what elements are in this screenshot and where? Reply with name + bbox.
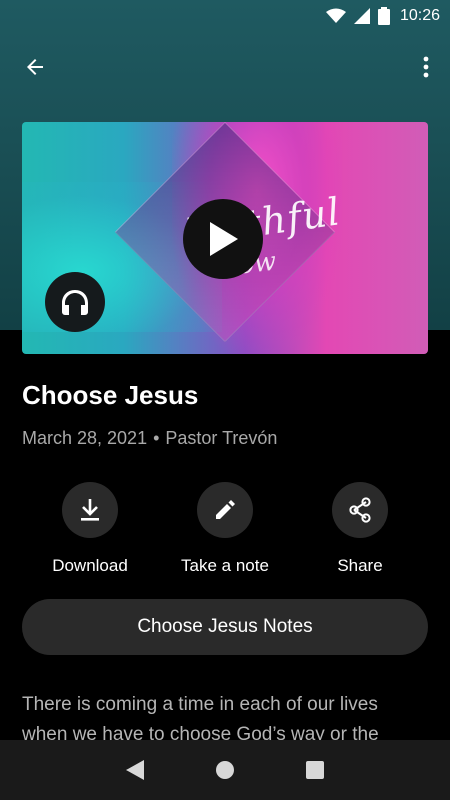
more-options-button[interactable]: [416, 50, 436, 84]
headphones-icon: [62, 290, 88, 315]
wifi-icon: [325, 8, 346, 23]
sermon-artwork: Faithful Flow: [22, 122, 428, 354]
meta-separator: •: [153, 428, 160, 448]
battery-icon: [377, 7, 390, 25]
share-button[interactable]: Share: [295, 482, 425, 576]
download-button[interactable]: Download: [25, 482, 155, 576]
download-circle[interactable]: [62, 482, 118, 538]
system-nav-bar: [0, 740, 450, 800]
sermon-date: March 28, 2021: [22, 428, 148, 448]
status-bar: 10:26: [0, 0, 450, 32]
more-vert-icon: [423, 56, 429, 78]
nav-recents-button[interactable]: [303, 758, 327, 782]
status-time: 10:26: [399, 7, 440, 24]
download-icon: [81, 499, 99, 521]
sermon-meta: March 28, 2021 • Pastor Trevón: [22, 428, 277, 449]
take-note-button[interactable]: Take a note: [160, 482, 290, 576]
share-circle[interactable]: [332, 482, 388, 538]
sermon-title: Choose Jesus: [22, 380, 199, 410]
take-note-label: Take a note: [181, 556, 269, 575]
share-label: Share: [337, 556, 383, 575]
nav-home-button[interactable]: [213, 758, 237, 782]
play-button[interactable]: [183, 199, 263, 279]
app-bar: [0, 40, 450, 90]
download-label: Download: [52, 556, 128, 575]
nav-back-icon: [126, 760, 144, 780]
audio-button[interactable]: [45, 272, 105, 332]
arrow-left-icon: [27, 59, 43, 75]
nav-recents-icon: [306, 761, 324, 779]
sermon-notes-button[interactable]: Choose Jesus Notes: [22, 599, 428, 655]
status-icons: [325, 7, 390, 25]
back-button[interactable]: [18, 50, 52, 84]
sermon-speaker: Pastor Trevón: [165, 428, 278, 448]
play-icon: [210, 222, 238, 256]
action-row: Download Take a note Share: [0, 482, 450, 582]
pencil-icon: [216, 500, 235, 519]
sermon-notes-label: Choose Jesus Notes: [137, 616, 313, 637]
take-note-circle[interactable]: [197, 482, 253, 538]
nav-home-icon: [216, 761, 234, 779]
nav-back-button[interactable]: [123, 758, 147, 782]
signal-icon: [353, 8, 370, 24]
share-icon: [349, 497, 371, 523]
